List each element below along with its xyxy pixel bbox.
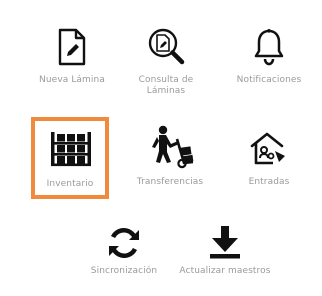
menu-tile-entradas[interactable]: Entradas: [230, 130, 308, 194]
warehouse-shelves-icon: [49, 131, 93, 167]
hand-truck-icon: [146, 125, 196, 169]
menu-tile-notificaciones[interactable]: Notificaciones: [222, 28, 316, 94]
menu-tile-actualizar-maestros[interactable]: Actualizar maestros: [170, 226, 280, 288]
search-document-icon: [148, 28, 186, 68]
menu-tile-nueva-lamina[interactable]: Nueva Lámina: [30, 28, 114, 94]
menu-tile-sincronizacion[interactable]: Sincronización: [82, 226, 166, 288]
menu-tile-label: Consulta de Láminas: [138, 75, 194, 96]
menu-tile-label: Inventario: [46, 179, 94, 189]
menu-tile-consulta-laminas[interactable]: Consulta de Láminas: [124, 28, 208, 106]
house-entry-icon: [248, 130, 288, 166]
main-menu-screen: Nueva Lámina Consulta de Láminas Notific…: [0, 0, 322, 296]
menu-tile-label: Entradas: [248, 177, 290, 187]
menu-tile-label: Transferencias: [136, 177, 204, 187]
menu-tile-transferencias[interactable]: Transferencias: [128, 125, 212, 193]
menu-tile-label: Actualizar maestros: [179, 266, 271, 276]
download-icon: [208, 226, 242, 260]
bell-icon: [253, 28, 285, 66]
menu-tile-label: Nueva Lámina: [39, 75, 105, 85]
sync-icon: [107, 226, 141, 260]
menu-tile-inventario[interactable]: Inventario: [31, 117, 109, 199]
menu-tile-label: Sincronización: [90, 266, 158, 276]
new-sheet-icon: [57, 28, 87, 66]
menu-tile-label: Notificaciones: [236, 75, 302, 85]
